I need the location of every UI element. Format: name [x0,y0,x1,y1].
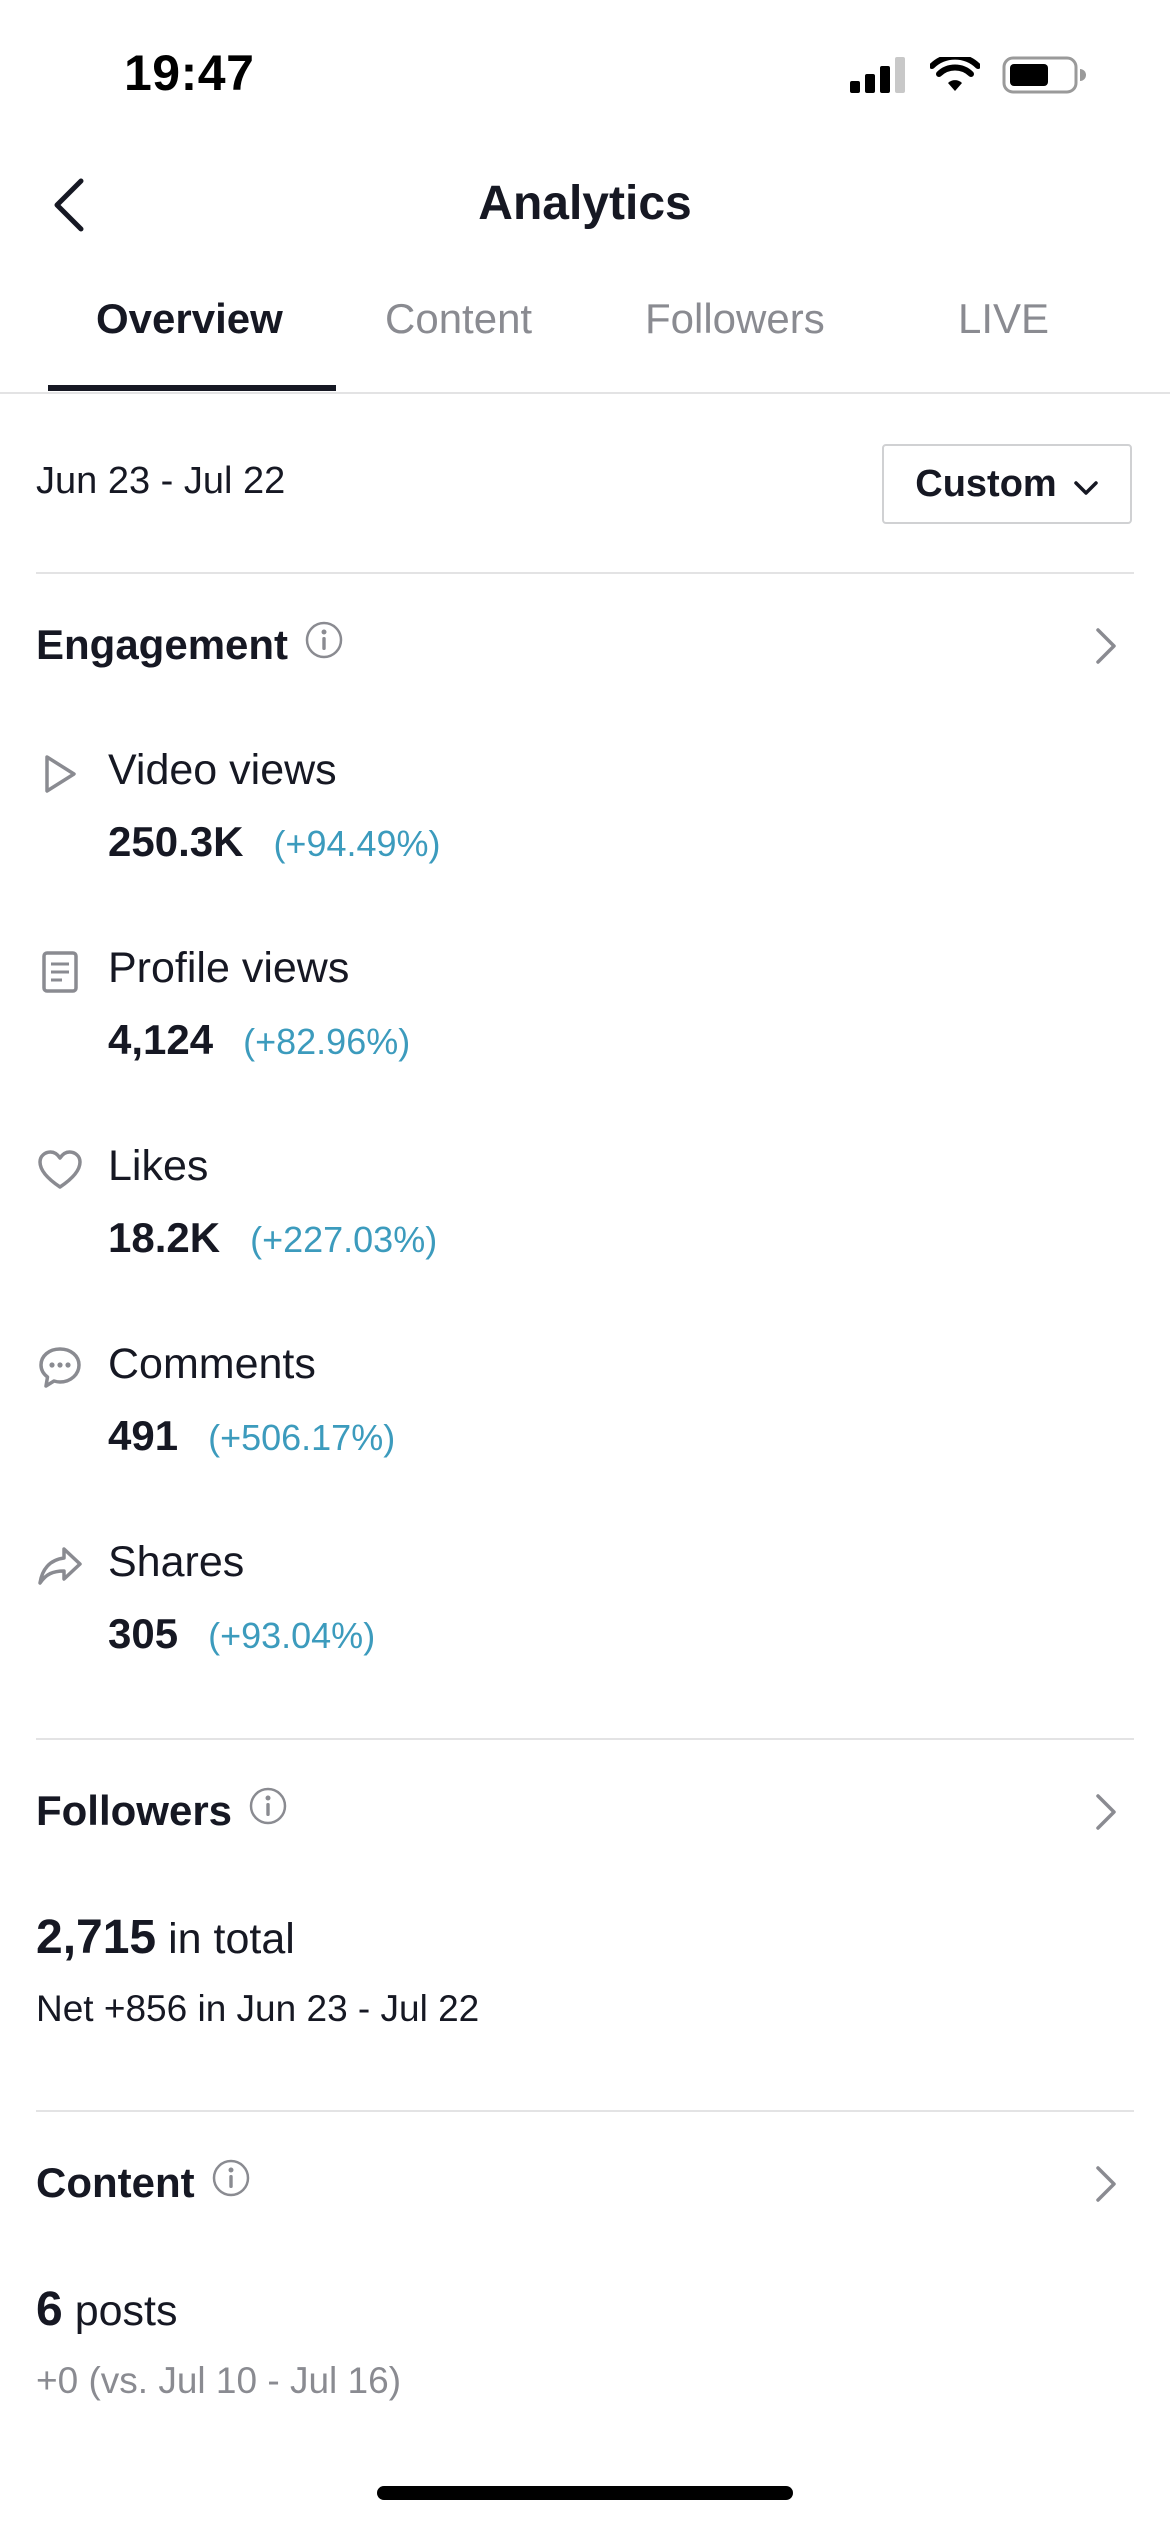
chevron-down-icon [1073,463,1099,506]
divider [36,1738,1134,1740]
metric-value: 4,124 [108,1016,214,1063]
content-chevron-right-icon[interactable] [1086,2154,1126,2214]
metric-comments: 491 (+506.17%) [108,1412,395,1460]
divider [36,572,1134,574]
metric-change: (+506.17%) [208,1417,396,1458]
tab-overview[interactable]: Overview [96,295,283,343]
tab-content[interactable]: Content [385,295,532,343]
profile-doc-icon [36,948,84,996]
metric-value: 18.2K [108,1214,221,1261]
divider [36,2110,1134,2112]
metric-label-profile-views: Profile views [108,944,350,992]
metric-likes: 18.2K (+227.03%) [108,1214,437,1262]
content-posts: 6 posts [36,2282,177,2337]
metric-change: (+82.96%) [243,1021,411,1062]
content-comparison: +0 (vs. Jul 10 - Jul 16) [36,2360,402,2401]
tab-followers[interactable]: Followers [645,295,825,343]
metric-change: (+227.03%) [250,1219,438,1260]
tab-live[interactable]: LIVE [958,295,1049,343]
comment-icon [36,1344,84,1392]
engagement-title: Engagement [36,621,289,668]
metric-value: 305 [108,1610,179,1657]
custom-date-label: Custom [915,462,1057,505]
info-icon[interactable] [248,1786,288,1836]
followers-title: Followers [36,1787,233,1834]
followers-net-change: Net +856 in Jun 23 - Jul 22 [36,1988,480,2029]
metric-value: 250.3K [108,818,244,865]
metric-change: (+93.04%) [208,1615,376,1656]
followers-section-header[interactable]: Followers [36,1786,288,1836]
metric-value: 491 [108,1412,179,1459]
status-icons [850,53,1086,99]
cellular-signal-icon [850,57,908,98]
metric-profile-views: 4,124 (+82.96%) [108,1016,410,1064]
metric-video-views: 250.3K (+94.49%) [108,818,441,866]
info-icon[interactable] [211,2158,251,2208]
content-section-header[interactable]: Content [36,2158,251,2208]
tab-bar: Overview Content Followers LIVE [0,295,1170,395]
info-icon[interactable] [304,620,344,670]
home-indicator[interactable] [377,2486,793,2500]
metric-label-likes: Likes [108,1142,209,1190]
metric-label-comments: Comments [108,1340,316,1388]
battery-icon [1002,56,1086,99]
heart-icon [36,1146,84,1194]
content-posts-number: 6 [36,2283,63,2336]
engagement-chevron-right-icon[interactable] [1086,616,1126,676]
followers-chevron-right-icon[interactable] [1086,1782,1126,1842]
play-icon [36,750,84,798]
engagement-section-header[interactable]: Engagement [36,620,344,670]
metric-change: (+94.49%) [273,823,441,864]
followers-total-number: 2,715 [36,1911,157,1964]
followers-total: 2,715 in total [36,1910,295,1965]
page-title: Analytics [478,177,692,230]
metric-label-video-views: Video views [108,746,337,794]
active-tab-indicator [48,385,336,391]
wifi-icon [929,53,981,98]
metric-label-shares: Shares [108,1538,245,1586]
metric-shares: 305 (+93.04%) [108,1610,375,1658]
followers-total-suffix: in total [168,1915,295,1963]
tabs-divider [0,392,1170,394]
content-posts-suffix: posts [74,2287,178,2335]
custom-date-dropdown[interactable]: Custom [882,444,1132,524]
share-icon [36,1542,84,1590]
status-time: 19:47 [124,45,255,101]
content-title: Content [36,2159,195,2206]
date-range: Jun 23 - Jul 22 [36,460,286,502]
